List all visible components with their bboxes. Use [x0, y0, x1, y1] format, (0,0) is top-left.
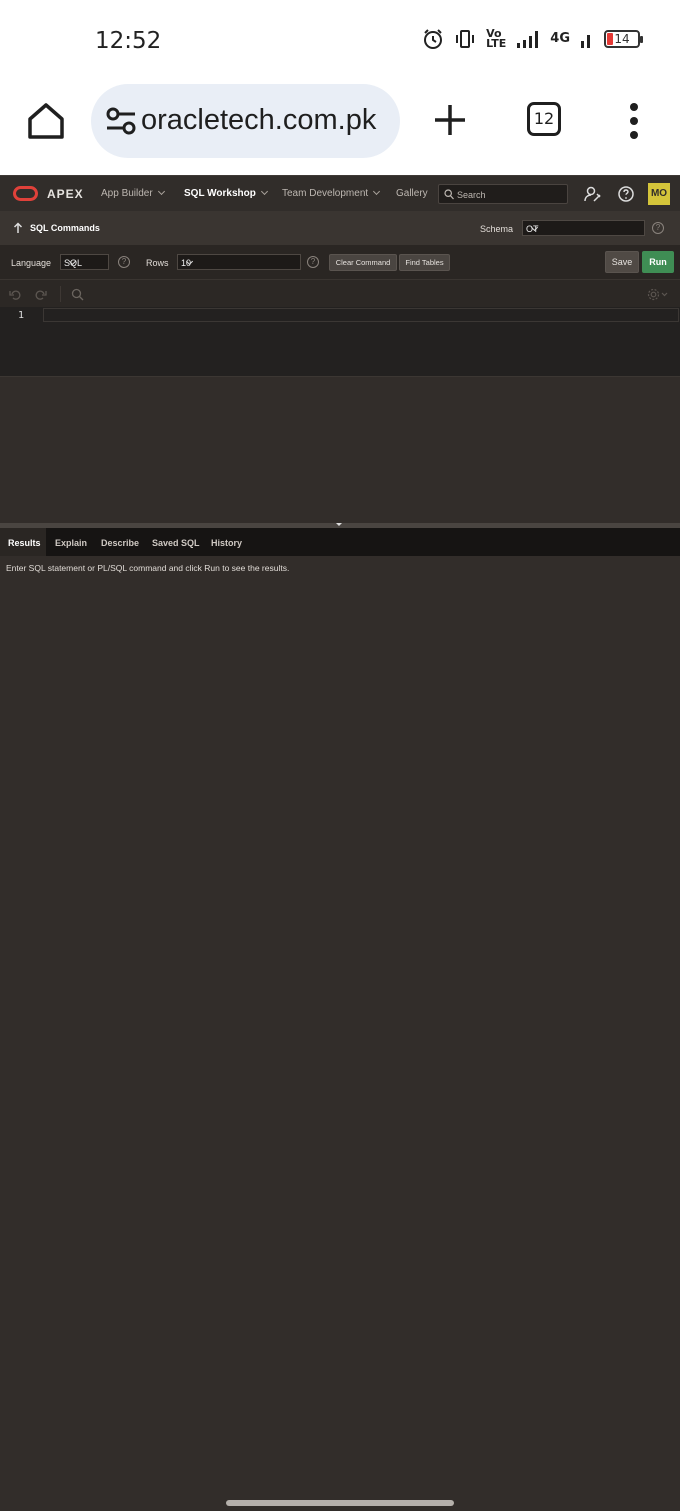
rows-select[interactable]: 10	[177, 254, 301, 270]
nav-sql-workshop[interactable]: SQL Workshop	[184, 187, 268, 199]
url-text[interactable]: oracletech.com.pk	[141, 104, 376, 137]
search-box[interactable]	[438, 184, 568, 204]
apex-header: APEX App Builder SQL Workshop Team Devel…	[0, 175, 680, 211]
rows-label: Rows	[146, 258, 169, 268]
browser-toolbar: oracletech.com.pk 12	[0, 80, 680, 175]
signal-icon-2	[581, 35, 590, 48]
tab-describe[interactable]: Describe	[101, 538, 139, 548]
gesture-navigation-bar[interactable]	[226, 1500, 454, 1506]
splitter-grip-icon[interactable]	[336, 523, 342, 526]
settings-icon[interactable]	[647, 288, 669, 301]
tab-history[interactable]: History	[211, 538, 242, 548]
nav-team-development-label: Team Development	[282, 188, 369, 199]
battery-level: 14	[614, 32, 630, 46]
line-number: 1	[18, 310, 25, 321]
language-select[interactable]: SQL	[60, 254, 109, 270]
alarm-icon	[424, 29, 443, 49]
redo-icon[interactable]	[34, 288, 47, 301]
avatar[interactable]: MO	[648, 183, 670, 205]
status-icons: Vo LTE 4G 14	[422, 27, 643, 50]
battery-icon: 14	[604, 30, 643, 48]
nav-gallery[interactable]: Gallery	[396, 188, 428, 199]
search-input[interactable]	[457, 187, 562, 202]
page-titlebar: SQL Commands Schema OT ?	[0, 211, 680, 245]
tab-results[interactable]: Results	[8, 538, 41, 548]
find-tables-button[interactable]: Find Tables	[399, 254, 450, 271]
chevron-down-icon	[373, 187, 381, 196]
results-message: Enter SQL statement or PL/SQL command an…	[6, 563, 290, 573]
status-bar: 12:52 Vo LTE 4G 14	[0, 0, 680, 80]
search-icon	[444, 189, 454, 200]
clear-command-button[interactable]: Clear Command	[329, 254, 397, 271]
undo-icon[interactable]	[9, 288, 22, 301]
rows-help-icon[interactable]: ?	[307, 256, 319, 268]
editor-current-line[interactable]	[43, 308, 679, 322]
oracle-logo-icon[interactable]	[13, 186, 38, 201]
network-type: 4G	[550, 31, 570, 46]
schema-select[interactable]: OT	[522, 220, 645, 236]
signal-icon	[517, 31, 539, 48]
nav-sql-workshop-label: SQL Workshop	[184, 188, 256, 199]
clock: 12:52	[95, 28, 162, 54]
command-toolbar: Language SQL ? Rows 10 ? Clear Command F…	[0, 245, 680, 279]
more-menu-icon[interactable]	[622, 102, 646, 140]
sql-editor[interactable]: 1	[0, 307, 680, 377]
editor-toolbar	[0, 279, 680, 307]
page-title: SQL Commands	[30, 223, 100, 233]
site-settings-icon[interactable]	[105, 106, 137, 136]
results-tabs: Results Explain Describe Saved SQL Histo…	[0, 528, 680, 556]
volte-indicator: Vo LTE	[486, 27, 507, 50]
vibrate-icon	[456, 30, 475, 48]
chevron-down-icon	[260, 187, 268, 196]
find-icon[interactable]	[71, 288, 84, 301]
editor-spacer	[0, 377, 680, 523]
address-bar[interactable]: oracletech.com.pk	[91, 84, 400, 158]
schema-label: Schema	[480, 224, 514, 234]
home-icon[interactable]	[25, 100, 67, 142]
nav-app-builder[interactable]: App Builder	[101, 187, 165, 199]
admin-tools-icon[interactable]	[584, 185, 602, 203]
arrow-up-icon[interactable]	[13, 222, 23, 234]
save-button[interactable]: Save	[605, 251, 639, 273]
new-tab-icon[interactable]	[432, 102, 468, 138]
schema-help-icon[interactable]: ?	[652, 222, 664, 234]
language-help-icon[interactable]: ?	[118, 256, 130, 268]
chevron-down-icon	[157, 187, 165, 196]
toolbar-divider	[60, 286, 61, 302]
tab-switcher-button[interactable]: 12	[527, 102, 561, 136]
apex-brand[interactable]: APEX	[47, 187, 84, 201]
nav-gallery-label: Gallery	[396, 188, 428, 199]
language-label: Language	[11, 258, 52, 268]
tab-saved-sql[interactable]: Saved SQL	[152, 538, 200, 548]
run-button[interactable]: Run	[642, 251, 674, 273]
nav-app-builder-label: App Builder	[101, 188, 153, 199]
nav-team-development[interactable]: Team Development	[282, 187, 381, 199]
tab-explain[interactable]: Explain	[55, 538, 87, 548]
help-icon[interactable]	[617, 185, 635, 203]
